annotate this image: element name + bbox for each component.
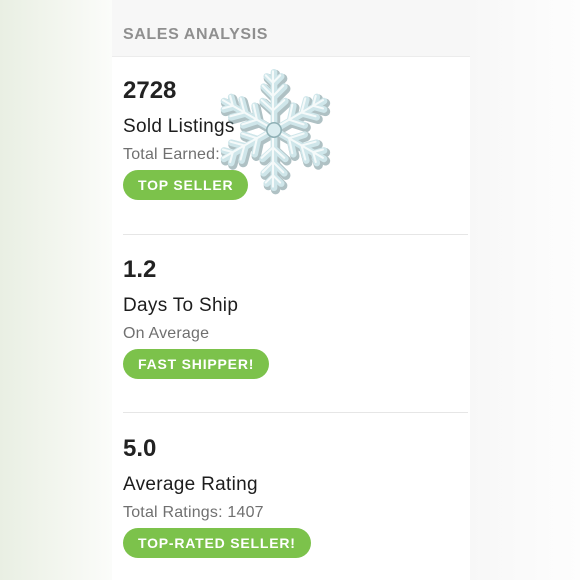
stat-value: 5.0 bbox=[123, 435, 157, 462]
stat-average-rating: 5.0 Average Rating Total Ratings: 1407 T… bbox=[123, 435, 468, 565]
stat-label: Days To Ship bbox=[123, 295, 239, 316]
stat-value: 2728 bbox=[123, 77, 177, 104]
stat-days-to-ship: 1.2 Days To Ship On Average FAST SHIPPER… bbox=[123, 256, 468, 386]
fast-shipper-badge: FAST SHIPPER! bbox=[123, 349, 270, 379]
sales-analysis-header: SALES ANALYSIS bbox=[112, 0, 470, 57]
top-rated-seller-badge: TOP-RATED SELLER! bbox=[123, 528, 311, 558]
stat-sublabel: On Average bbox=[123, 325, 210, 342]
section-title: SALES ANALYSIS bbox=[123, 26, 269, 43]
stat-value: 1.2 bbox=[123, 256, 157, 283]
stat-label: Average Rating bbox=[123, 474, 258, 495]
snowflake-icon bbox=[212, 62, 336, 198]
divider bbox=[123, 234, 468, 235]
stat-sublabel: Total Ratings: 1407 bbox=[123, 504, 264, 521]
divider bbox=[123, 412, 468, 413]
stat-sublabel: Total Earned: bbox=[123, 146, 220, 163]
